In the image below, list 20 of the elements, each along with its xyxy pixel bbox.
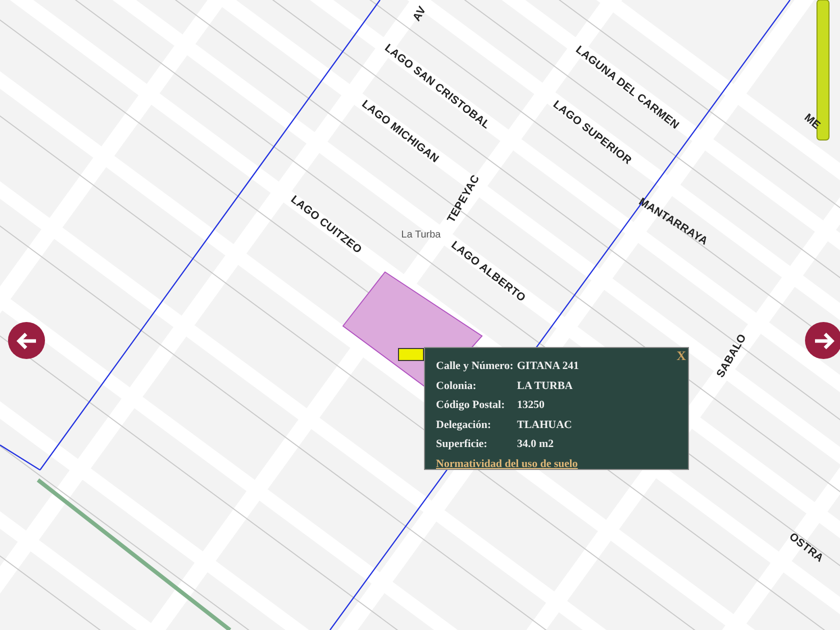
street-label: ME [800,110,824,134]
field-value: LA TURBA [517,378,573,394]
location-marker-icon [398,348,424,361]
land-use-link[interactable]: Normatividad del uso de suelo [436,456,677,472]
field-value: 13250 [517,398,544,413]
field-value: 34.0 m2 [517,437,554,452]
street-label: La Turba [401,228,441,242]
left-arrow-icon [16,332,38,350]
back-button[interactable] [8,322,45,359]
right-arrow-icon [812,332,834,350]
field-label: Delegación: [436,418,492,432]
field-label: Calle y Número: [436,359,514,374]
field-label: Colonia: [436,378,478,394]
field-value: TLAHUAC [517,418,572,432]
field-label: Superficie: [436,437,488,452]
close-button[interactable]: X [676,349,686,362]
street-label: AV [410,3,430,25]
field-value: GITANA 241 [517,359,579,374]
forward-button[interactable] [805,322,840,359]
field-label: Código Postal: [436,398,506,413]
